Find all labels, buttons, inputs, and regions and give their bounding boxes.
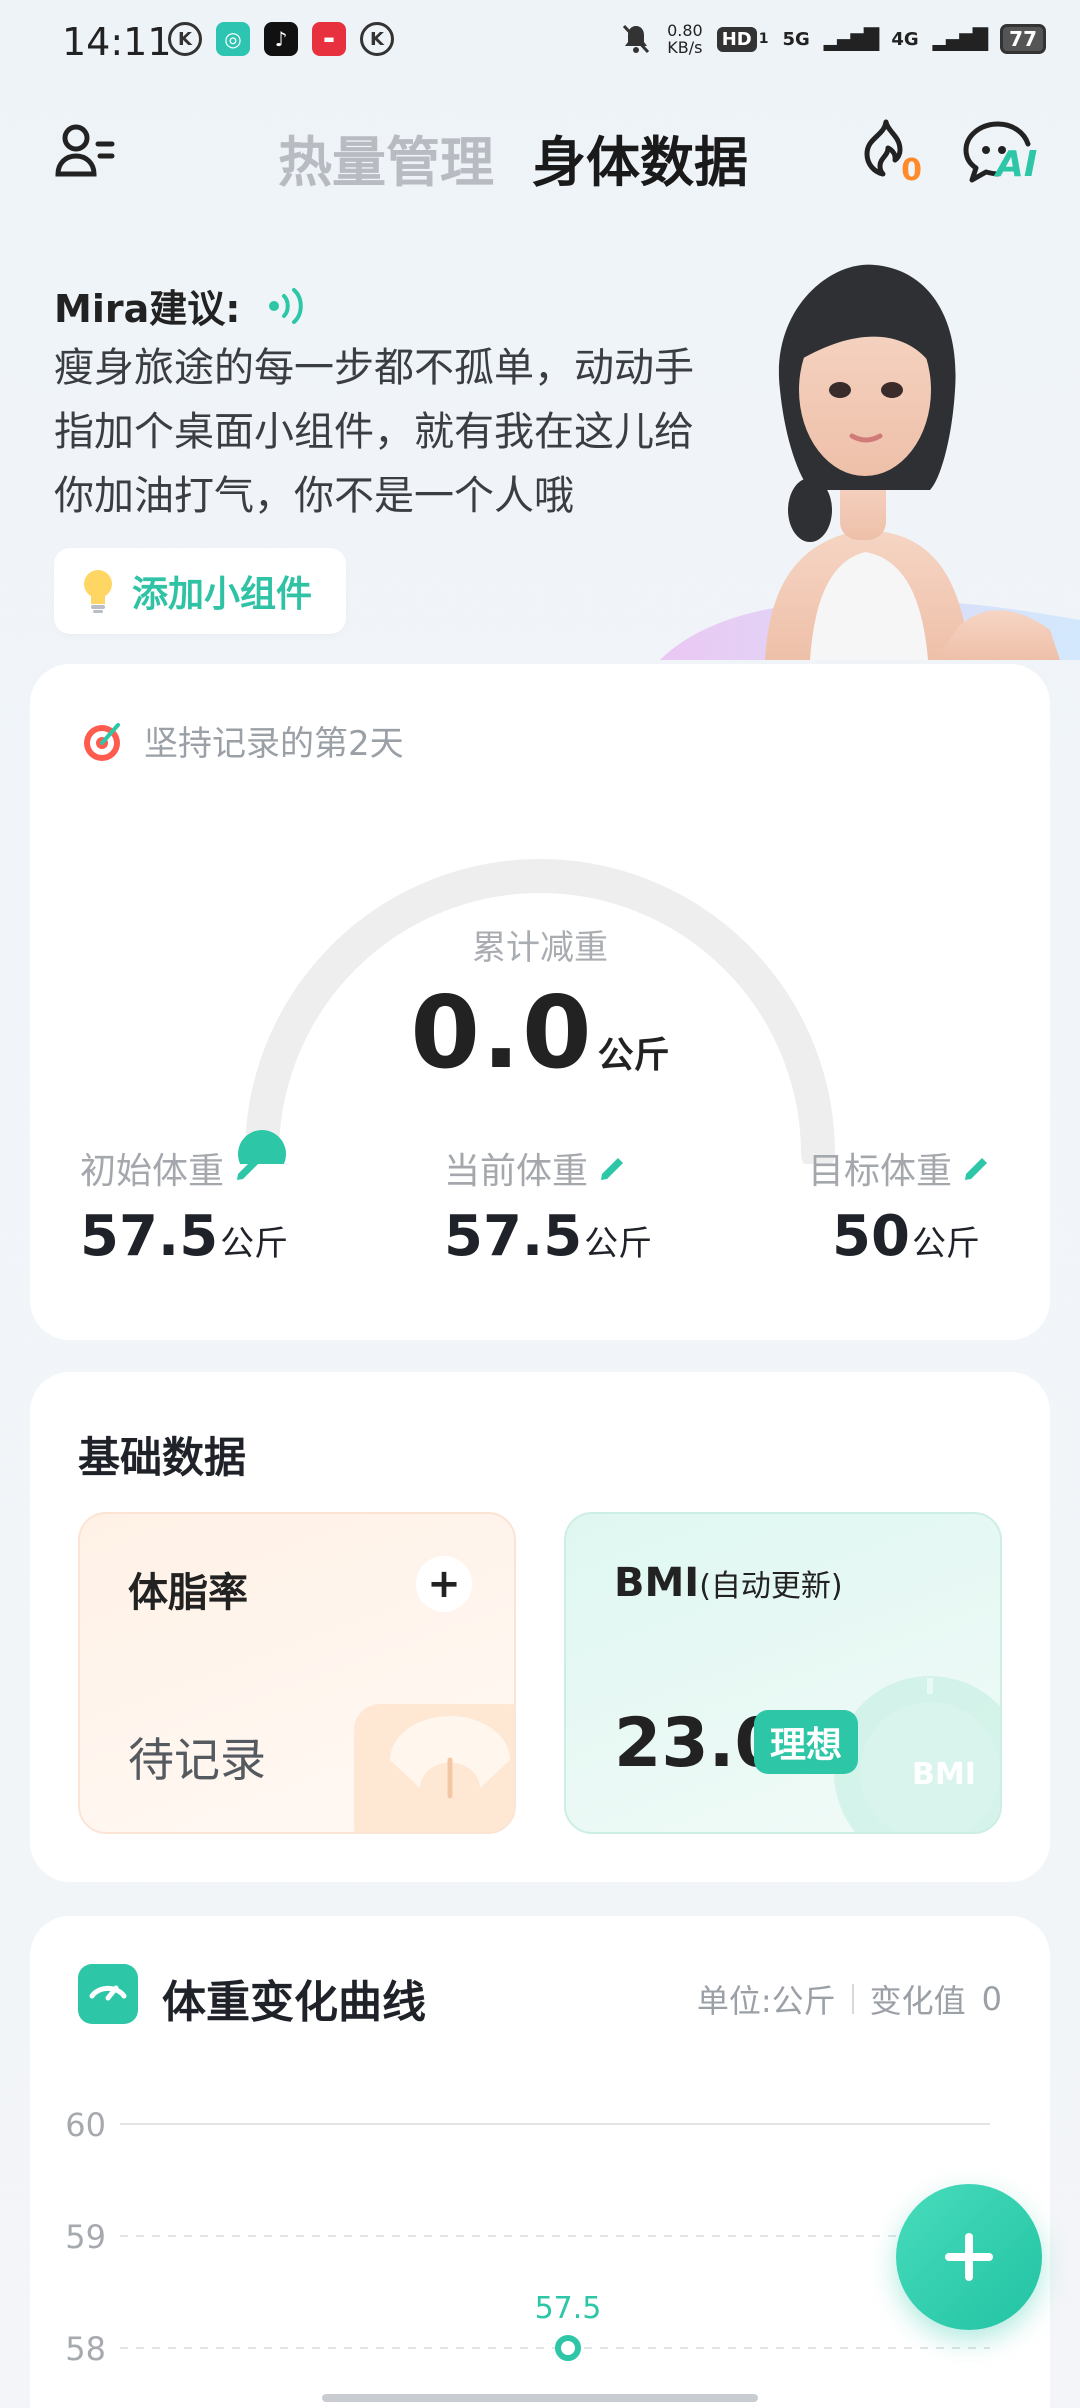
weight-chart-title: 体重变化曲线 [162, 1977, 426, 2028]
mira-title-text: Mira建议: [54, 287, 241, 331]
body-fat-title: 体脂率 [128, 1570, 248, 1616]
current-weight-label: 当前体重 [444, 1151, 589, 1192]
data-point[interactable] [555, 2335, 581, 2361]
basic-data-card: 基础数据 体脂率 + 待记录 BMI(自动更新) BMI 23.0 理想 [30, 1372, 1050, 1882]
mira-suggestion-text: 瘦身旅途的每一步都不孤单，动动手指加个桌面小组件，就有我在这儿给你加油打气，你不… [54, 345, 694, 519]
notification-icons: K ◎ ♪ ▬ K [168, 22, 394, 56]
meta-divider [851, 1984, 854, 2014]
voice-play-icon[interactable] [266, 287, 312, 324]
chart-unit-label: 单位:公斤 [696, 1982, 836, 2020]
y-tick-label: 60 [65, 2106, 106, 2144]
app-notification-icon: ◎ [216, 22, 250, 56]
scale-chart-icon [78, 1964, 138, 2024]
weight-progress-card: 坚持记录的第2天 累计减重 0.0 公斤 初始体重 57.5公斤 当前体重 57.… [30, 664, 1050, 1340]
add-body-fat-button[interactable]: + [416, 1556, 472, 1612]
add-record-fab[interactable] [896, 2184, 1042, 2330]
initial-weight-unit: 公斤 [220, 1224, 289, 1264]
streak-flame-button[interactable]: 0 [852, 116, 924, 188]
mute-bell-icon [622, 24, 650, 54]
edit-pencil-icon[interactable] [596, 1152, 628, 1184]
signal-4g: 4G [891, 28, 919, 50]
y-tick-label: 59 [65, 2218, 106, 2256]
tab-calorie-management[interactable]: 热量管理 [278, 118, 494, 197]
bmi-tile[interactable]: BMI(自动更新) BMI 23.0 理想 [564, 1512, 1002, 1834]
mira-avatar-illustration [660, 264, 1080, 660]
tiktok-icon: ♪ [264, 22, 298, 56]
bmi-auto-update: (自动更新) [699, 1569, 843, 1604]
hd-sub: 1 [758, 31, 769, 47]
edit-pencil-icon[interactable] [232, 1152, 264, 1184]
chart-change-label: 变化值 [869, 1982, 966, 2020]
weight-lost-unit: 公斤 [597, 1035, 670, 1076]
chart-meta: 单位:公斤 变化值 0 [697, 1976, 1002, 2022]
mira-suggestion-title: Mira建议: [54, 278, 312, 333]
edit-pencil-icon[interactable] [960, 1152, 992, 1184]
ai-label: AI [996, 144, 1038, 185]
bmi-deco-text: BMI [912, 1757, 976, 1792]
red-app-icon: ▬ [312, 22, 346, 56]
scale-icon [354, 1704, 514, 1832]
weight-lost-value: 0.0 [410, 974, 594, 1091]
data-point-label: 57.5 [535, 2291, 602, 2326]
signal-bars-icon: ▂▄▆█ [823, 27, 880, 51]
target-weight-unit: 公斤 [911, 1224, 980, 1264]
body-fat-tile[interactable]: 体脂率 + 待记录 [78, 1512, 516, 1834]
flame-count: 0 [901, 153, 922, 188]
basic-data-title: 基础数据 [78, 1433, 247, 1482]
status-bar: 14:11 K ◎ ♪ ▬ K 0.80 KB/s HD 1 5G ▂▄▆█ 4… [0, 0, 1080, 90]
add-widget-label: 添加小组件 [132, 574, 313, 615]
initial-weight[interactable]: 初始体重 57.5公斤 [80, 1142, 288, 1269]
net-speed: 0.80 KB/s [667, 21, 703, 57]
k-app-icon: K [168, 22, 202, 56]
bmi-title: BMI(自动更新) [614, 1560, 843, 1606]
target-weight-value: 50 [832, 1204, 910, 1269]
target-weight[interactable]: 目标体重 50公斤 [808, 1142, 992, 1269]
bmi-status-badge: 理想 [754, 1710, 859, 1774]
chart-change-value: 0 [981, 1980, 1002, 2018]
streak-info: 坚持记录的第2天 [80, 716, 404, 765]
hd-badge: HD [716, 26, 757, 52]
signal-5g: 5G [782, 28, 810, 50]
ai-assistant-button[interactable]: AI [960, 116, 1038, 188]
bmi-title-text: BMI [614, 1560, 700, 1606]
battery-indicator: 77 [1000, 24, 1046, 54]
initial-weight-label: 初始体重 [80, 1151, 225, 1192]
body-fat-status: 待记录 [128, 1733, 266, 1787]
tab-body-data[interactable]: 身体数据 [532, 118, 748, 197]
y-tick-label: 58 [65, 2330, 106, 2368]
plus-icon [945, 2233, 993, 2281]
initial-weight-value: 57.5 [80, 1204, 219, 1269]
gauge-label: 累计减重 [472, 928, 608, 968]
target-weight-label: 目标体重 [808, 1151, 953, 1192]
current-weight-unit: 公斤 [584, 1224, 653, 1264]
profile-settings-icon[interactable] [52, 118, 118, 184]
weight-lost-display: 0.0 公斤 [30, 974, 1050, 1091]
streak-text: 坚持记录的第2天 [144, 724, 404, 764]
current-weight[interactable]: 当前体重 57.5公斤 [444, 1142, 652, 1269]
add-widget-button[interactable]: 添加小组件 [54, 548, 346, 634]
home-indicator[interactable] [322, 2394, 758, 2402]
k-app-icon-2: K [360, 22, 394, 56]
status-time: 14:11 [62, 20, 172, 64]
status-right: 0.80 KB/s HD 1 5G ▂▄▆█ 4G ▂▄▆█ 77 [619, 22, 1046, 56]
target-icon [84, 722, 120, 761]
signal-bars-icon-2: ▂▄▆█ [932, 27, 989, 51]
current-weight-value: 57.5 [444, 1204, 583, 1269]
lightbulb-icon [84, 570, 112, 613]
weight-chart-card: 体重变化曲线 单位:公斤 变化值 0 60 59 58 57.5 [30, 1916, 1050, 2408]
weight-line-chart: 60 59 58 57.5 [65, 2106, 990, 2368]
